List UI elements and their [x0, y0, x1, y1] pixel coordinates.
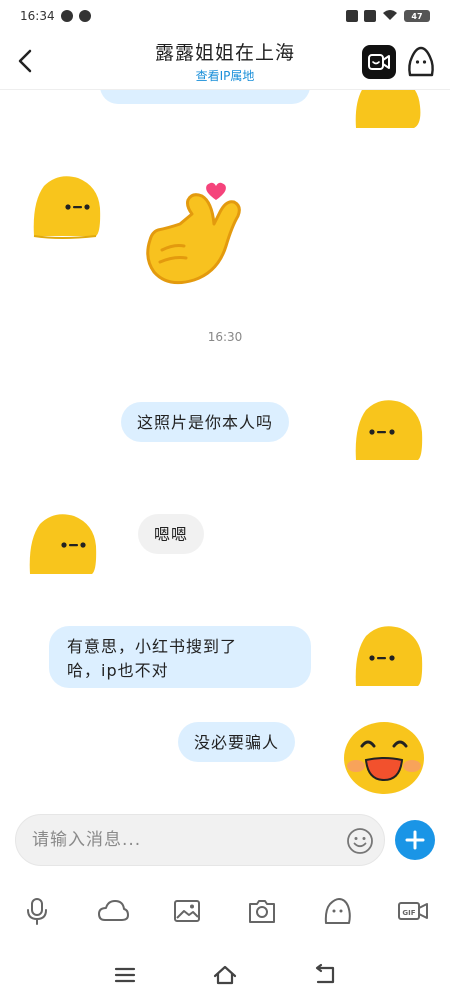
system-nav-bar [0, 950, 450, 1000]
message-input-bar [15, 814, 385, 866]
message-bubble-me[interactable]: 有意思，小红书搜到了 哈，ip也不对 [49, 626, 311, 688]
notification-icon [60, 10, 73, 22]
signal-icon [364, 10, 376, 22]
chat-timestamp: 16:30 [207, 330, 243, 344]
emoji-icon[interactable] [346, 827, 374, 855]
message-text: 嗯嗯 [154, 525, 189, 544]
app-notification-icon [78, 10, 91, 22]
chat-screen: 16:34 47 露露姐姐在上海 查看IP属地 16:30 这照片是你本人吗 嗯… [0, 0, 450, 1000]
contact-avatar[interactable] [26, 512, 98, 578]
chat-header: 露露姐姐在上海 查看IP属地 [0, 32, 450, 90]
contact-avatar[interactable] [30, 174, 102, 240]
battery-icon: 47 [404, 10, 430, 22]
video-call-button[interactable] [362, 45, 396, 79]
message-list[interactable]: 16:30 这照片是你本人吗 嗯嗯 有意思，小红书搜到了 哈，ip也不对 没必要… [0, 90, 450, 802]
microphone-icon[interactable] [22, 896, 52, 926]
message-bubble-them[interactable]: 嗯嗯 [138, 514, 205, 554]
status-time: 16:34 [20, 9, 55, 23]
home-icon[interactable] [212, 962, 238, 988]
laughing-avatar-sticker [344, 722, 424, 794]
input-toolbar: GIF [0, 888, 450, 934]
status-bar: 16:34 47 [0, 0, 450, 32]
gif-icon[interactable]: GIF [397, 896, 429, 926]
image-icon[interactable] [172, 896, 202, 926]
my-avatar-partial [355, 90, 421, 128]
message-text-line-1: 有意思，小红书搜到了 [67, 637, 238, 656]
profile-icon [408, 46, 434, 77]
cloud-icon[interactable] [97, 896, 129, 926]
plus-icon [405, 830, 425, 850]
message-text-line-2: 哈，ip也不对 [67, 661, 169, 680]
my-avatar[interactable] [352, 398, 424, 464]
wifi-icon [382, 9, 398, 24]
mute-icon [346, 10, 358, 22]
profile-button[interactable] [406, 45, 436, 79]
camera-icon[interactable] [247, 896, 277, 926]
back-nav-icon[interactable] [312, 962, 338, 988]
message-text: 这照片是你本人吗 [137, 413, 274, 432]
sticker-face-icon[interactable] [322, 896, 352, 926]
message-bubble-partial [100, 90, 310, 104]
svg-text:GIF: GIF [402, 909, 415, 917]
message-input[interactable] [32, 815, 332, 865]
message-bubble-me[interactable]: 没必要骗人 [178, 722, 296, 762]
video-camera-icon [368, 54, 390, 70]
menu-icon[interactable] [112, 962, 138, 988]
message-bubble-me[interactable]: 这照片是你本人吗 [121, 402, 290, 442]
add-button[interactable] [395, 820, 435, 860]
heart-hand-sticker [146, 182, 241, 285]
message-text: 没必要骗人 [194, 733, 280, 752]
my-avatar[interactable] [352, 624, 424, 690]
